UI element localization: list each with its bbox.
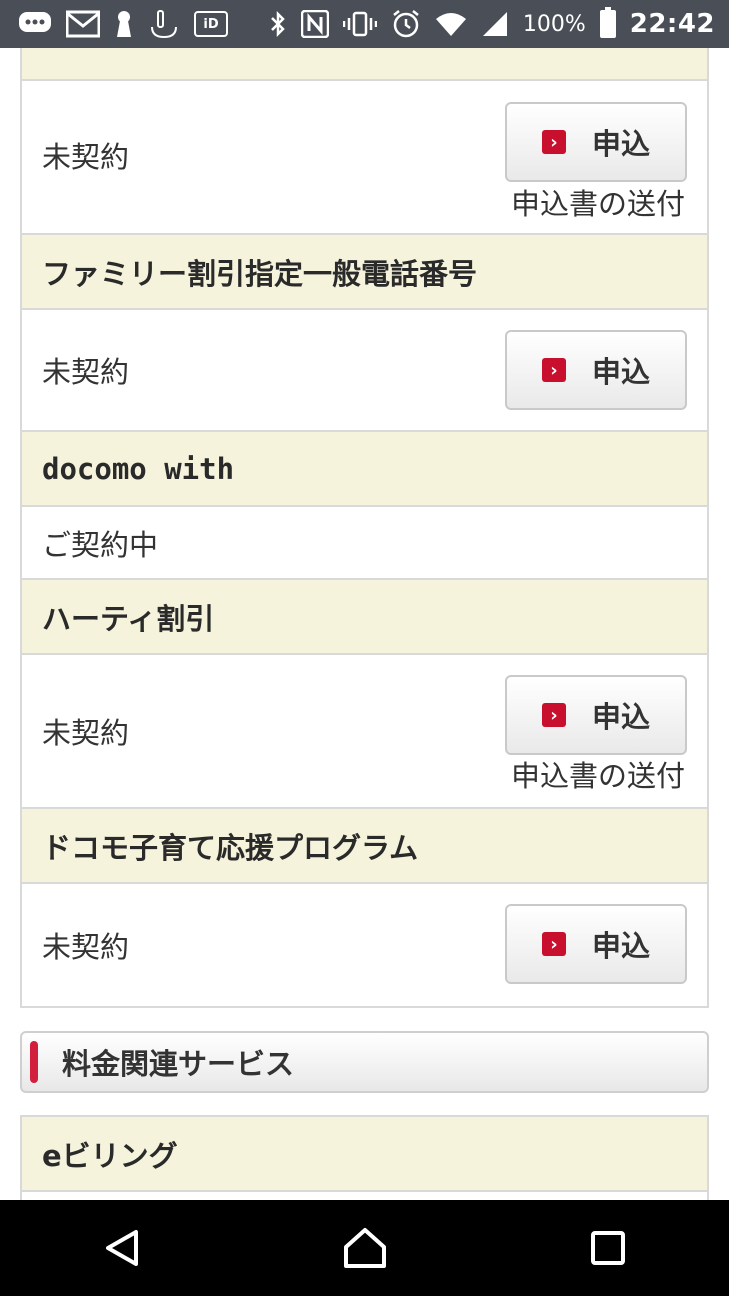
arrow-right-icon: › <box>541 932 566 956</box>
row-header-party: ハーティ割引 <box>22 580 707 655</box>
row-header-ebilling: eビリング <box>22 1117 707 1192</box>
service-title: ファミリー割引指定一般電話番号 <box>42 256 478 291</box>
service-title: ドコモ子育て応援プログラム <box>42 830 419 865</box>
row-family-discount: 未契約 › 申込 申込書の送付 <box>22 81 707 235</box>
status-right-icons: 100% 22:42 <box>269 7 715 39</box>
contract-status: 未契約 <box>42 716 130 750</box>
contract-status: 未契約 <box>42 140 130 174</box>
wifi-icon <box>435 11 467 37</box>
bluetooth-icon <box>269 10 287 38</box>
recents-button[interactable] <box>568 1208 648 1288</box>
row-kosodate: 未契約 › 申込 <box>22 884 707 1006</box>
apply-button[interactable]: › 申込 <box>505 904 687 984</box>
billing-list: eビリング <box>20 1115 709 1200</box>
home-button[interactable] <box>325 1208 405 1288</box>
vibrate-icon <box>342 11 377 37</box>
status-bar: iD 100% 22:42 <box>0 0 729 48</box>
service-title: eビリング <box>42 1138 178 1173</box>
contract-status: 未契約 <box>42 355 130 389</box>
keyhole-icon <box>114 9 134 39</box>
send-application-link[interactable]: 申込書の送付 <box>511 753 685 795</box>
apply-label: 申込 <box>591 929 650 963</box>
send-application-link[interactable]: 申込書の送付 <box>511 181 685 223</box>
row-docomo-with: ご契約中 <box>22 507 707 580</box>
alarm-icon <box>391 9 421 39</box>
row-family-landline: 未契約 › 申込 <box>22 310 707 432</box>
back-button[interactable] <box>82 1208 162 1288</box>
apply-label: 申込 <box>591 127 650 161</box>
row-header-family-landline: ファミリー割引指定一般電話番号 <box>22 235 707 310</box>
service-list: 未契約 › 申込 申込書の送付 ファミリー割引指定一般電話番号 未契約 › 申込… <box>20 48 709 1008</box>
battery-percent: 100% <box>522 11 586 37</box>
web-content: 未契約 › 申込 申込書の送付 ファミリー割引指定一般電話番号 未契約 › 申込… <box>0 48 729 1200</box>
row-header-docomo-with: docomo with <box>22 432 707 507</box>
section-marker <box>30 1041 38 1083</box>
message-icon <box>18 11 52 37</box>
arrow-right-icon: › <box>541 358 566 382</box>
contract-status: 未契約 <box>42 930 130 964</box>
apply-button[interactable]: › 申込 <box>505 330 687 410</box>
touch-icon <box>148 9 180 39</box>
service-title: docomo with <box>42 451 235 486</box>
battery-icon <box>599 7 616 38</box>
home-icon <box>343 1228 386 1268</box>
apply-label: 申込 <box>591 700 650 734</box>
contract-status: ご契約中 <box>42 527 159 562</box>
apply-button[interactable]: › 申込 <box>505 675 687 755</box>
section-header-billing-services[interactable]: 料金関連サービス <box>20 1031 709 1093</box>
row-header-family-clipped <box>22 48 707 81</box>
row-header-kosodate: ドコモ子育て応援プログラム <box>22 809 707 884</box>
back-icon <box>105 1230 138 1266</box>
nfc-icon <box>300 10 329 38</box>
section-title: 料金関連サービス <box>62 1047 295 1081</box>
id-icon: iD <box>194 11 228 37</box>
recents-icon <box>590 1231 625 1265</box>
clock-time: 22:42 <box>629 9 715 39</box>
status-left-icons: iD <box>18 9 228 39</box>
mail-icon <box>66 10 100 38</box>
arrow-right-icon: › <box>541 703 566 727</box>
apply-label: 申込 <box>591 355 650 389</box>
arrow-right-icon: › <box>541 130 566 154</box>
row-party-discount: 未契約 › 申込 申込書の送付 <box>22 655 707 809</box>
apply-button[interactable]: › 申込 <box>505 102 687 182</box>
signal-icon <box>481 11 509 37</box>
navigation-bar <box>0 1200 729 1296</box>
service-title: ハーティ割引 <box>42 601 215 636</box>
